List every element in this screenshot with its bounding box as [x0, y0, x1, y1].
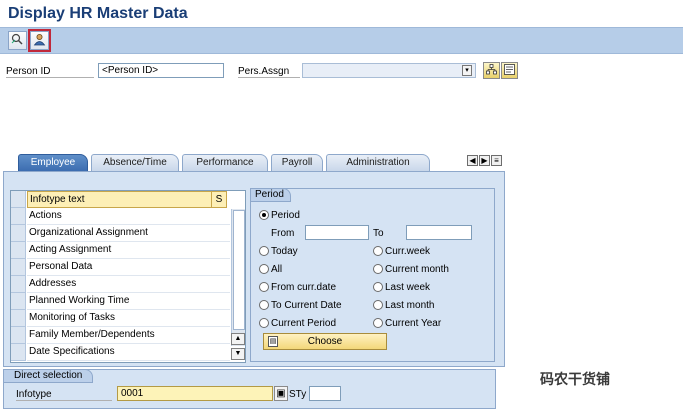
row-selector[interactable] — [11, 327, 26, 344]
person-id-label: Person ID — [6, 66, 94, 78]
tab-employee[interactable]: Employee — [18, 154, 88, 171]
execute-search-button[interactable] — [8, 31, 27, 50]
row-selector[interactable] — [11, 259, 26, 276]
current-month-label: Current month — [385, 264, 449, 275]
sty-label: STy — [289, 389, 307, 400]
today-radio[interactable] — [259, 246, 269, 256]
row-selector[interactable] — [11, 293, 26, 310]
current-period-label: Current Period — [271, 318, 337, 329]
org-structure-icon — [486, 63, 497, 78]
table-row[interactable]: Organizational Assignment — [27, 225, 230, 242]
infotype-text-header[interactable]: Infotype text — [27, 191, 212, 208]
s-column-header[interactable]: S — [211, 191, 227, 208]
infotype-table: Infotype text S Actions Organizational A… — [10, 190, 246, 363]
person-icon — [33, 33, 46, 49]
choose-button[interactable]: ▤ Choose — [263, 333, 387, 350]
to-current-date-radio[interactable] — [259, 300, 269, 310]
current-year-label: Current Year — [385, 318, 442, 329]
application-toolbar — [0, 27, 683, 54]
calendar-icon: ▤ — [268, 336, 278, 347]
last-month-radio[interactable] — [373, 300, 383, 310]
row-selector[interactable] — [11, 225, 26, 242]
table-row[interactable]: Personal Data — [27, 259, 230, 276]
from-curr-date-radio[interactable] — [259, 282, 269, 292]
row-selector[interactable] — [11, 208, 26, 225]
row-selector[interactable] — [11, 276, 26, 293]
scroll-thumb[interactable] — [233, 210, 245, 330]
org-structure-button[interactable] — [483, 62, 500, 79]
last-week-radio[interactable] — [373, 282, 383, 292]
table-scrollbar[interactable] — [231, 209, 245, 346]
tab-payroll[interactable]: Payroll — [271, 154, 323, 171]
table-row[interactable]: Acting Assignment — [27, 242, 230, 259]
period-group: Period Period From To Today All From cur… — [250, 188, 495, 362]
tab-administration[interactable]: Administration — [326, 154, 430, 171]
all-label: All — [271, 264, 283, 275]
period-radio-label: Period — [271, 210, 300, 221]
scroll-up-icon[interactable]: ▲ — [231, 333, 245, 345]
scroll-down-icon[interactable]: ▼ — [231, 348, 245, 360]
direct-selection-group: Direct selection Infotype 0001 ▣ STy — [3, 369, 496, 409]
curr-week-label: Curr.week — [385, 246, 431, 257]
infotype-f4-help-icon[interactable]: ▣ — [274, 386, 288, 401]
employee-tab-panel: Infotype text S Actions Organizational A… — [3, 171, 505, 367]
last-week-label: Last week — [385, 282, 431, 293]
current-year-radio[interactable] — [373, 318, 383, 328]
pers-assgn-dropdown[interactable]: ▾ — [302, 63, 476, 78]
row-selector[interactable] — [11, 310, 26, 327]
infotype-label: Infotype — [16, 389, 112, 401]
last-month-label: Last month — [385, 300, 435, 311]
table-row[interactable]: Addresses — [27, 276, 230, 293]
to-label: To — [373, 228, 384, 239]
all-radio[interactable] — [259, 264, 269, 274]
table-row[interactable]: Planned Working Time — [27, 293, 230, 310]
current-month-radio[interactable] — [373, 264, 383, 274]
dropdown-icon: ▾ — [462, 65, 472, 76]
execute-search-icon — [11, 33, 24, 48]
watermark: 码农干货铺 — [540, 371, 610, 387]
tab-list-icon[interactable]: ≡ — [491, 155, 502, 166]
pers-assgn-label: Pers.Assgn — [238, 66, 300, 78]
tab-scroll-right-icon[interactable]: ▶ — [479, 155, 490, 166]
period-group-title: Period — [250, 188, 291, 202]
direct-selection-title: Direct selection — [3, 369, 94, 383]
from-date-input[interactable] — [305, 225, 369, 240]
overview-button[interactable] — [501, 62, 518, 79]
table-row[interactable]: Monitoring of Tasks — [27, 310, 230, 327]
tab-performance[interactable]: Performance — [182, 154, 268, 171]
from-label: From — [271, 228, 295, 239]
to-date-input[interactable] — [406, 225, 472, 240]
current-period-radio[interactable] — [259, 318, 269, 328]
select-all-cell[interactable] — [11, 191, 26, 208]
infotype-input[interactable]: 0001 — [117, 386, 273, 401]
tab-scroll-left-icon[interactable]: ◀ — [467, 155, 478, 166]
choose-button-label: Choose — [307, 336, 343, 347]
from-curr-date-label: From curr.date — [271, 282, 337, 293]
table-row[interactable]: Actions — [27, 208, 230, 225]
page-title: Display HR Master Data — [8, 5, 188, 22]
row-selector[interactable] — [11, 344, 26, 361]
to-current-date-label: To Current Date — [271, 300, 342, 311]
row-selector[interactable] — [11, 242, 26, 259]
table-row[interactable]: Date Specifications — [27, 344, 230, 361]
overview-icon — [504, 63, 515, 78]
period-radio[interactable] — [259, 210, 269, 220]
table-row[interactable]: Family Member/Dependents — [27, 327, 230, 344]
person-button[interactable] — [28, 29, 51, 52]
tab-absence-time[interactable]: Absence/Time — [91, 154, 179, 171]
subtype-input[interactable] — [309, 386, 341, 401]
curr-week-radio[interactable] — [373, 246, 383, 256]
today-label: Today — [271, 246, 298, 257]
person-id-input[interactable]: <Person ID> — [98, 63, 224, 78]
